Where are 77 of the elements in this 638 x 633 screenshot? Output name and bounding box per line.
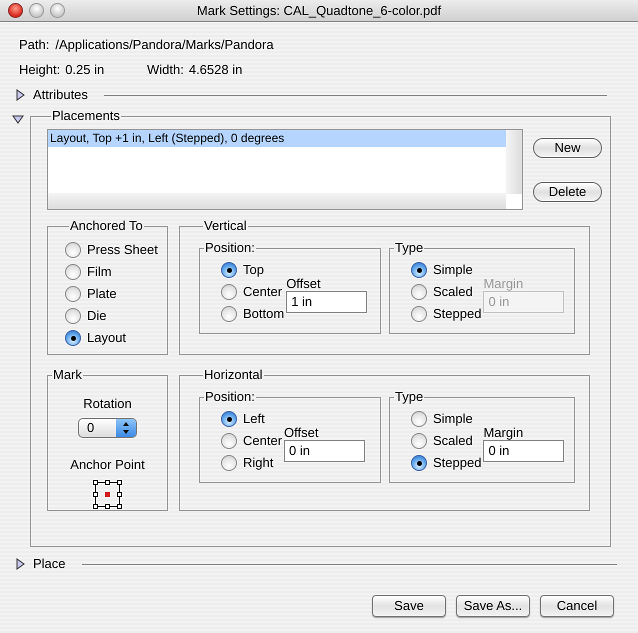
radio-label: Center <box>243 432 282 450</box>
group-title: Position: <box>204 390 256 404</box>
window-title: Mark Settings: CAL_Quadtone_6-color.pdf <box>196 2 442 20</box>
anchor-point-icon[interactable] <box>92 480 122 509</box>
radio-button[interactable] <box>411 284 427 300</box>
radio-label: Film <box>87 263 112 282</box>
path-label: Path: <box>19 36 50 54</box>
radio-label: Scaled <box>433 283 473 302</box>
radio-button[interactable] <box>65 286 81 302</box>
disclosure-triangle-icon[interactable] <box>14 558 26 570</box>
disclosure-triangle-icon[interactable] <box>14 89 26 101</box>
rotation-stepper[interactable]: 0 <box>78 418 137 438</box>
dimension-label: Width: <box>147 60 184 79</box>
text-field[interactable]: 0 in <box>483 440 564 462</box>
list-action-button[interactable]: New <box>533 138 602 158</box>
list-row[interactable]: Layout, Top +1 in, Left (Stepped), 0 degrees <box>48 130 507 147</box>
dialog-button[interactable]: Cancel <box>540 595 614 617</box>
section-label: Place <box>33 555 66 574</box>
section-label: Attributes <box>33 86 88 104</box>
radio-button[interactable] <box>411 411 427 427</box>
group-title: Type <box>394 390 424 404</box>
dimension-value: 4.6528 in <box>188 60 242 79</box>
radio-button[interactable] <box>411 433 427 449</box>
radio-button[interactable] <box>411 306 427 322</box>
field-label: Offset <box>286 276 322 290</box>
radio-button[interactable] <box>221 262 237 278</box>
dialog-button[interactable]: Save <box>372 595 446 617</box>
radio-label: Simple <box>433 410 473 428</box>
radio-button[interactable] <box>221 455 237 471</box>
radio-label: Right <box>243 454 274 472</box>
radio-label: Press Sheet <box>87 241 158 260</box>
text-field[interactable]: 1 in <box>286 290 368 312</box>
minimize-button[interactable] <box>29 3 44 18</box>
radio-button[interactable] <box>221 284 237 300</box>
anchor-point-label: Anchor Point <box>70 456 145 474</box>
radio-label: Left <box>243 410 265 428</box>
radio-label: Bottom <box>243 305 284 324</box>
group-title: Position: <box>204 241 256 255</box>
radio-label: Scaled <box>433 432 473 450</box>
radio-button[interactable] <box>221 306 237 322</box>
radio-label: Die <box>87 307 107 326</box>
radio-label: Plate <box>87 285 117 304</box>
list-action-button[interactable]: Delete <box>533 182 602 202</box>
group-title: Horizontal <box>203 368 264 382</box>
radio-label: Layout <box>87 329 126 348</box>
radio-button[interactable] <box>221 433 237 449</box>
close-button[interactable] <box>8 3 23 18</box>
stepper-arrows-icon <box>116 418 136 436</box>
rotation-value: 0 <box>86 418 96 436</box>
rotation-label: Rotation <box>83 395 132 413</box>
path-value: /Applications/Pandora/Marks/Pandora <box>55 36 274 54</box>
dimension-label: Height: <box>19 60 60 79</box>
field-label: Margin <box>483 424 524 440</box>
radio-button[interactable] <box>65 264 81 280</box>
text-field[interactable]: 0 in <box>284 440 366 462</box>
group-title: Vertical <box>203 219 248 233</box>
dialog-button[interactable]: Save As... <box>456 595 530 617</box>
radio-label: Stepped <box>433 454 482 472</box>
radio-button[interactable] <box>411 262 427 278</box>
radio-button[interactable] <box>65 330 81 346</box>
radio-button[interactable] <box>221 411 237 427</box>
radio-label: Stepped <box>433 305 482 324</box>
group-title: Anchored To <box>69 219 144 233</box>
radio-label: Center <box>243 283 282 302</box>
field-label: Margin <box>483 276 524 290</box>
radio-button[interactable] <box>65 242 81 258</box>
dimension-value: 0.25 in <box>65 60 104 79</box>
group-title: Type <box>394 241 424 255</box>
disclosure-triangle-icon[interactable] <box>12 113 24 125</box>
radio-button[interactable] <box>411 455 427 471</box>
group-title: Placements <box>51 109 121 123</box>
zoom-button[interactable] <box>50 3 65 18</box>
field-label: Offset <box>284 424 320 440</box>
radio-button[interactable] <box>65 308 81 324</box>
radio-label: Top <box>243 261 264 280</box>
group-title: Mark <box>52 368 83 382</box>
radio-label: Simple <box>433 261 473 280</box>
